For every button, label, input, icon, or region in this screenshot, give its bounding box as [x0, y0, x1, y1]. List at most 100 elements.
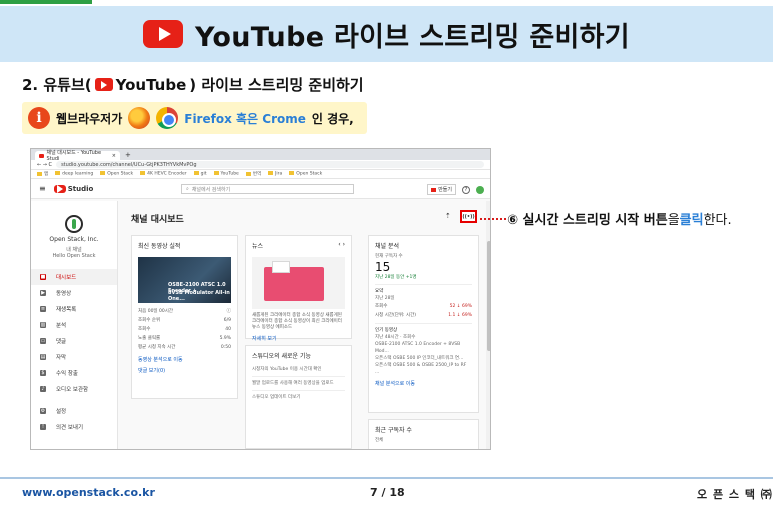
top-video-item[interactable]: 오픈스택 OSBE 500 & OSBE 2500_IP to RF ... [369, 362, 478, 376]
whats-new-item[interactable]: 시청자의 YouTube 이용 시간대 확인 [246, 366, 351, 373]
channel-logo-icon[interactable] [65, 215, 83, 233]
sidebar-item-analytics[interactable]: ▥ 분석 [31, 317, 117, 333]
section-heading-brand: YouTube [115, 75, 187, 94]
video-thumbnail[interactable]: OSBE-2100 ATSC 1.0 Encoder + 8VSB Modula… [138, 257, 231, 303]
scrollbar-thumb[interactable] [487, 241, 490, 351]
note-prefix: 웹브라우저가 [56, 111, 123, 126]
create-button[interactable]: 만들기 [427, 184, 456, 195]
channel-analytics-link[interactable]: 채널 분석으로 이동 [369, 376, 478, 387]
sidebar-item-comments[interactable]: ▭ 댓글 [31, 333, 117, 349]
sidebar-item-settings[interactable]: ⚙ 설정 [31, 403, 117, 419]
section-heading: 2. 유튜브( YouTube ) 라이브 스트리밍 준비하기 [22, 74, 364, 95]
folder-icon [140, 171, 146, 176]
news-card: 뉴스 ‹ › 새롭게된 크리에이터 종합 소식 동영상 새롭게된 크리에이터 종… [245, 235, 352, 342]
sidebar-item-monetization[interactable]: $ 수익 창출 [31, 365, 117, 381]
section-heading-suffix: ) 라이브 스트리밍 준비하기 [189, 76, 364, 94]
nav-buttons-icon[interactable]: ← → C [37, 162, 52, 168]
stat-row: 평균 시청 지속 시간 0:50 [138, 345, 231, 350]
chrome-icon [156, 107, 179, 129]
channel-name: Open Stack, Inc. [49, 236, 99, 243]
bookmark-item[interactable]: 번역 [245, 171, 261, 177]
browser-tab[interactable]: 채널 대시보드 - YouTube Studi × [35, 150, 120, 162]
slide-title: YouTube 라이브 스트리밍 준비하기 [195, 21, 630, 53]
whats-new-item[interactable]: 스튜디오 업데이트 더보기 [246, 394, 351, 401]
analytics-icon: ▥ [40, 322, 46, 328]
news-arrows-icon[interactable]: ‹ › [338, 241, 345, 250]
page-scrollbar[interactable] [486, 201, 490, 449]
note-suffix: 인 경우, [311, 111, 354, 126]
gear-icon: ⚙ [40, 408, 46, 414]
avatar[interactable] [476, 185, 484, 194]
bookmark-item[interactable]: git [193, 171, 207, 177]
help-icon[interactable]: ? [462, 185, 470, 194]
info-icon: i [28, 107, 50, 129]
studio-body: Open Stack, Inc. 내 채널 Hello Open Stack ■… [31, 201, 490, 449]
callout-suffix: 한다. [703, 213, 732, 228]
top-video-item[interactable]: OSBE-2100 ATSC 1.0 Encoder + 8VSB Mod... [369, 341, 478, 355]
stat-row: 조회수 52 ↓ 69% [375, 304, 472, 309]
whats-new-item[interactable]: 월말 업로드를 사용해 여러 동영상을 업로드 [246, 380, 351, 387]
folder-icon [268, 171, 274, 176]
subscriber-count: 15 [375, 260, 391, 274]
go-live-button[interactable]: ((•)) [460, 210, 477, 223]
top-video-item[interactable]: 오픈스택 OSBE 500 IP 인코더_내트워크 연... [369, 355, 478, 362]
bookmarks-bar: 앱 deep learning Open Stack 4K HEVC Encod… [31, 170, 490, 179]
latest-video-card: 최신 동영상 실적 OSBE-2100 ATSC 1.0 Encoder + 8… [131, 235, 238, 399]
sidebar-item-feedback[interactable]: ! 의견 보내기 [31, 419, 117, 435]
footer-url[interactable]: www.openstack.co.kr [22, 486, 155, 499]
whats-new-card: 스튜디오의 새로운 기능 시청자의 YouTube 이용 시간대 확인 월말 업… [245, 345, 352, 449]
studio-logo[interactable]: Studio [53, 184, 93, 193]
youtube-mini-icon [53, 184, 66, 193]
top-videos-period: 지난 48시간 · 조회수 [375, 335, 416, 340]
summary-period: 지난 28일 [375, 296, 395, 301]
section-heading-prefix: 2. 유튜브( [22, 76, 92, 94]
folder-icon [193, 171, 199, 176]
music-icon: ♪ [40, 386, 46, 392]
tab-close-icon[interactable]: × [112, 153, 116, 159]
studio-header: ≡ Studio ⌕ 채널에서 검색하기 만들기 ? [31, 179, 490, 199]
card-title: 채널 분석 [375, 243, 399, 250]
step-callout: ⑥ 실시간 스트리밍 시작 버튼을클릭한다. [507, 209, 732, 228]
folder-icon [213, 171, 219, 176]
bookmark-item[interactable]: Open Stack [289, 171, 322, 177]
bookmark-item[interactable]: YouTube [213, 171, 239, 177]
bookmark-item[interactable]: deep learning [55, 171, 93, 177]
divider [375, 323, 472, 324]
period-label: 처음 00일 00시간 ⓘ [138, 309, 231, 314]
news-more-link[interactable]: 자세히 보기 [246, 331, 351, 342]
divider [252, 390, 345, 391]
sidebar-nav: ■ 대시보드 ▶ 동영상 ≡ 재생목록 ▥ 분석 ▭ 댓글 ▤ 자막 $ 수익 창출 ♪ 오디오… [31, 269, 117, 435]
bookmark-item[interactable]: 앱 [37, 171, 48, 177]
url-field[interactable]: studio.youtube.com/channel/UCu-GtjPK3THY… [56, 161, 484, 168]
browser-note: i 웹브라우저가 Firefox 혹은 Crome 인 경우, [22, 102, 367, 134]
sidebar-item-audio-library[interactable]: ♪ 오디오 보관함 [31, 381, 117, 397]
news-image[interactable] [252, 257, 345, 309]
feedback-icon: ! [40, 424, 46, 430]
sidebar-item-dashboard[interactable]: ■ 대시보드 [31, 269, 117, 285]
youtube-logo-icon [143, 20, 184, 48]
new-tab-icon[interactable]: + [125, 151, 131, 160]
sidebar-item-subtitles[interactable]: ▤ 자막 [31, 349, 117, 365]
bookmark-item[interactable]: Open Stack [100, 171, 133, 177]
stat-row: 조회수 순위 6/9 [138, 318, 231, 323]
stat-row: 시청 시간(단위: 시간) 1.1 ↓ 69% [375, 313, 472, 318]
bookmark-item[interactable]: 4K HEVC Encoder [140, 171, 187, 177]
view-comments-link[interactable]: 댓글 보기(0) [132, 363, 237, 374]
subscriber-label: 현재 구독자 수 [375, 254, 403, 259]
sidebar-item-videos[interactable]: ▶ 동영상 [31, 285, 117, 301]
footer-brand: 오 픈 스 택 ㈜ [697, 488, 773, 501]
news-text: 새롭게된 크리에이터 종합 소식 동영상 새롭게된 크리에이터 종합 소식 동영… [252, 313, 342, 330]
upload-icon[interactable]: ⇡ [445, 212, 451, 220]
top-accent-bar [0, 0, 92, 4]
studio-screenshot: 채널 대시보드 - YouTube Studi × + ← → C studio… [30, 148, 491, 450]
studio-search-input[interactable]: ⌕ 채널에서 검색하기 [181, 184, 354, 194]
summary-title: 요약 [375, 289, 384, 294]
firefox-icon [128, 107, 151, 129]
bookmark-item[interactable]: Jira [268, 171, 282, 177]
video-analytics-link[interactable]: 동영상 분석으로 이동 [132, 352, 237, 363]
sidebar-item-playlists[interactable]: ≡ 재생목록 [31, 301, 117, 317]
subtitle-icon: ▤ [40, 354, 46, 360]
news-illustration-frame [272, 261, 290, 273]
studio-sidebar: Open Stack, Inc. 내 채널 Hello Open Stack ■… [31, 201, 118, 449]
menu-icon[interactable]: ≡ [39, 184, 46, 193]
